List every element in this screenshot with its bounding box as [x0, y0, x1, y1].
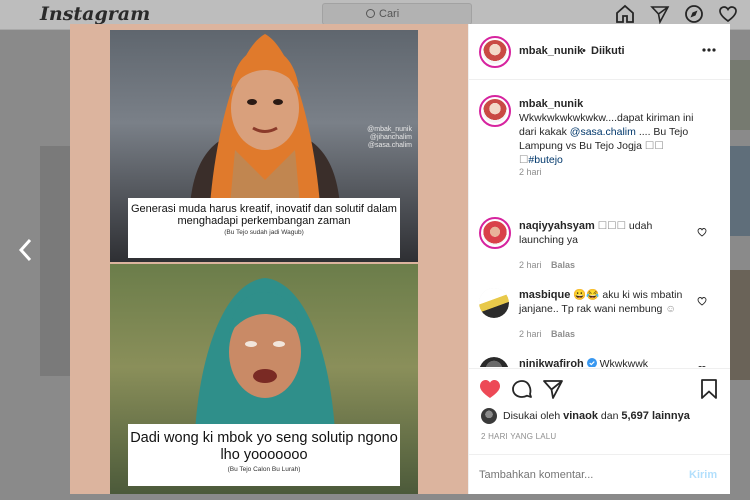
- meme-top-caption-text: Generasi muda harus kreatif, inovatif da…: [131, 203, 397, 227]
- caption-mention[interactable]: @sasa.chalim: [570, 126, 636, 138]
- verified-badge-icon: [586, 358, 597, 367]
- comment-reply-button[interactable]: Balas: [551, 329, 575, 339]
- woman-teal-hijab-illustration: [195, 278, 335, 432]
- caption-author-avatar[interactable]: [479, 95, 511, 127]
- search-placeholder: Cari: [379, 8, 400, 20]
- meme-bottom-photo: Dadi wong ki mbok yo seng solutip ngono …: [110, 264, 418, 494]
- commenter-username[interactable]: masbique: [519, 289, 570, 301]
- like-heart-icon[interactable]: [479, 379, 501, 399]
- comment-bubble-icon[interactable]: [511, 378, 533, 400]
- author-avatar[interactable]: [479, 36, 511, 68]
- comment-reply-button[interactable]: Balas: [551, 260, 575, 270]
- comment-like-heart-icon[interactable]: [697, 365, 707, 367]
- commenter-username[interactable]: naqiyyahsyam: [519, 220, 595, 232]
- header-separator-dot: •: [582, 45, 586, 57]
- meme-bottom-caption: Dadi wong ki mbok yo seng solutip ngono …: [128, 424, 400, 486]
- comment-like-heart-icon[interactable]: [697, 227, 707, 237]
- post-media[interactable]: @mbak_nunik @jihanchalim @sasa.chalim Ge…: [70, 24, 468, 494]
- comment-time[interactable]: 2 hari: [519, 329, 542, 339]
- background-post-thumbnail: [730, 60, 750, 130]
- explore-icon[interactable]: [683, 3, 705, 25]
- meme-top-caption: Generasi muda harus kreatif, inovatif da…: [128, 198, 400, 258]
- search-input[interactable]: Cari: [322, 3, 472, 25]
- follow-status[interactable]: Diikuti: [591, 45, 625, 57]
- comment-text: naqiyyahsyam ☐☐☐ udah launching ya: [519, 220, 653, 246]
- post-sidebar: mbak_nunik • Diikuti mbak_nunik Wkwkwkwk…: [468, 24, 730, 494]
- instagram-logo[interactable]: Instagram: [40, 3, 150, 25]
- commenter-avatar[interactable]: [479, 217, 511, 249]
- commenter-username[interactable]: ninikwafiroh: [519, 358, 584, 367]
- comment-like-heart-icon[interactable]: [697, 296, 707, 306]
- post-header: mbak_nunik • Diikuti: [469, 24, 730, 80]
- author-username[interactable]: mbak_nunik: [519, 45, 583, 57]
- home-icon[interactable]: [614, 3, 636, 25]
- liked-by-text: Disukai oleh vinaok dan 5,697 lainnya: [503, 410, 690, 422]
- meme-bottom-caption-text: Dadi wong ki mbok yo seng solutip ngono …: [130, 430, 398, 463]
- comment-input[interactable]: [479, 465, 679, 485]
- post-modal: @mbak_nunik @jihanchalim @sasa.chalim Ge…: [70, 24, 730, 494]
- caption-text: mbak_nunik Wkwkwkwkwkwkw....dapat kirima…: [519, 98, 694, 166]
- share-icon[interactable]: [542, 378, 564, 400]
- comment-text: ninikwafiroh Wkwkwwk wkwkwkwk: [519, 357, 699, 367]
- commenter-avatar[interactable]: [479, 357, 509, 367]
- background-post-thumbnail: [40, 146, 70, 376]
- liked-by-username[interactable]: vinaok: [563, 410, 598, 422]
- more-options-icon[interactable]: [702, 47, 716, 53]
- background-post-thumbnail: [730, 146, 750, 236]
- comments-list[interactable]: mbak_nunik Wkwkwkwkwkwkw....dapat kirima…: [469, 81, 730, 367]
- direct-message-icon[interactable]: [649, 3, 671, 25]
- post-timestamp[interactable]: 2 HARI YANG LALU: [481, 432, 556, 441]
- post-actions: Disukai oleh vinaok dan 5,697 lainnya 2 …: [469, 368, 730, 453]
- meme-top-subcaption: (Bu Tejo sudah jadi Wagub): [224, 229, 304, 236]
- post-comment-button[interactable]: Kirim: [689, 469, 717, 481]
- activity-heart-icon[interactable]: [717, 3, 739, 25]
- caption-username[interactable]: mbak_nunik: [519, 98, 583, 110]
- save-bookmark-icon[interactable]: [700, 378, 718, 400]
- meme-top-photo: @mbak_nunik @jihanchalim @sasa.chalim Ge…: [110, 30, 418, 262]
- comment-text: masbique 😀😂 aku ki wis mbatin janjane.. …: [519, 289, 683, 315]
- previous-post-arrow-icon[interactable]: [14, 236, 38, 264]
- search-icon: [366, 9, 375, 18]
- background-post-thumbnail: [730, 270, 750, 380]
- meme-bottom-subcaption: (Bu Tejo Calon Bu Lurah): [227, 466, 301, 473]
- image-watermark: @mbak_nunik @jihanchalim @sasa.chalim: [367, 126, 412, 149]
- add-comment-bar: Kirim: [469, 454, 730, 494]
- caption-hashtag[interactable]: #butejo: [528, 154, 562, 166]
- woman-orange-hijab-illustration: [190, 34, 340, 205]
- commenter-avatar[interactable]: [479, 288, 509, 318]
- liker-avatar[interactable]: [481, 408, 497, 424]
- caption-time[interactable]: 2 hari: [519, 167, 542, 177]
- comment-time[interactable]: 2 hari: [519, 260, 542, 270]
- likes-count[interactable]: 5,697 lainnya: [621, 410, 690, 422]
